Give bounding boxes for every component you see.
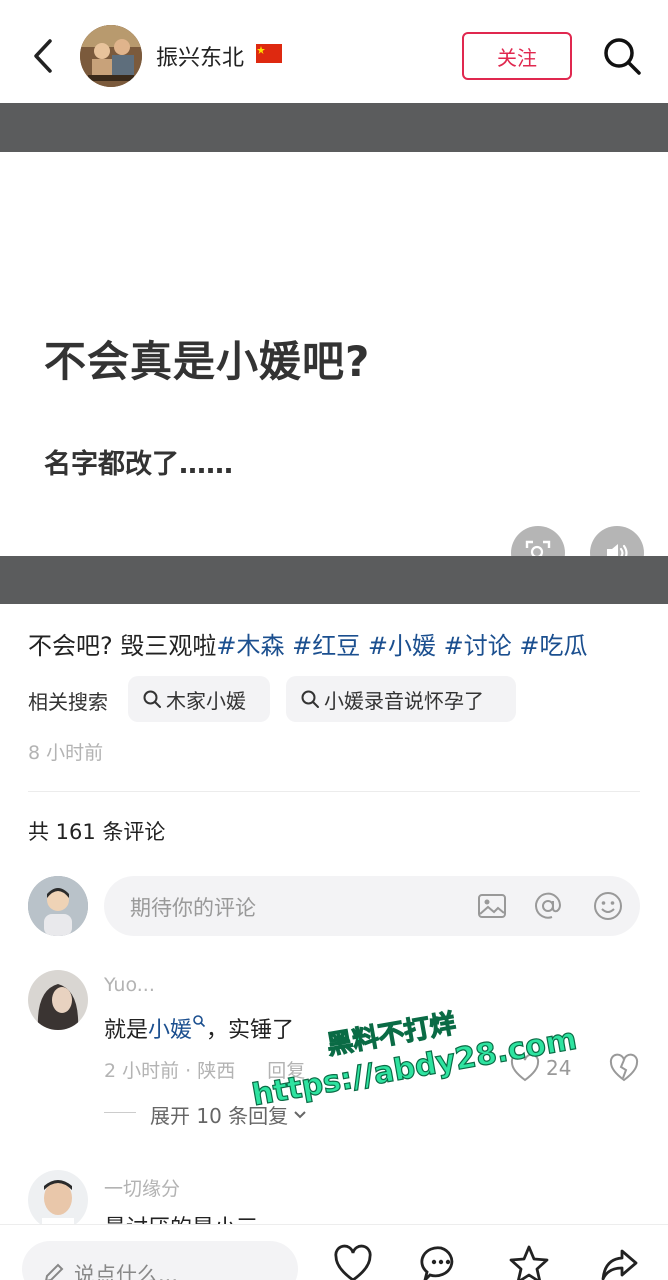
back-button[interactable] bbox=[26, 36, 60, 76]
heart-icon[interactable] bbox=[332, 1243, 374, 1280]
hashtag[interactable]: #木森 bbox=[216, 632, 284, 660]
search-icon bbox=[143, 690, 161, 708]
broken-heart-icon[interactable] bbox=[608, 1052, 640, 1084]
search-icon bbox=[301, 690, 319, 708]
post-image-subtitle: 名字都改了…… bbox=[44, 449, 233, 480]
comment-input-placeholder: 期待你的评论 bbox=[130, 896, 256, 920]
related-search-text: 小媛录音说怀孕了 bbox=[324, 688, 484, 713]
bottom-action-bar: 说点什么... bbox=[0, 1224, 668, 1280]
comment-keyword-link[interactable]: 小媛 bbox=[148, 1018, 192, 1043]
related-search-text: 木家小媛 bbox=[166, 688, 246, 713]
post-image[interactable]: 不会真是小媛吧? 名字都改了…… bbox=[0, 152, 668, 580]
comment-text-part: ，实锤了 bbox=[206, 1018, 295, 1043]
star-icon[interactable] bbox=[508, 1243, 550, 1280]
share-icon[interactable] bbox=[598, 1243, 640, 1280]
caption-text: 不会吧? 毁三观啦 bbox=[28, 632, 217, 660]
emoji-icon[interactable] bbox=[592, 890, 624, 922]
comment-bubble-icon[interactable] bbox=[420, 1243, 462, 1280]
related-search-chip[interactable]: 小媛录音说怀孕了 bbox=[286, 676, 516, 722]
china-flag-icon bbox=[256, 44, 282, 63]
at-mention-icon[interactable] bbox=[532, 890, 564, 922]
hashtag[interactable]: #红豆 bbox=[292, 632, 360, 660]
chevron-left-icon bbox=[34, 39, 52, 73]
hashtag[interactable]: #小媛 bbox=[368, 632, 436, 660]
related-search-label: 相关搜索 bbox=[28, 690, 108, 714]
quick-comment-placeholder: 说点什么... bbox=[74, 1263, 179, 1280]
search-button[interactable] bbox=[600, 34, 644, 78]
commenter-avatar[interactable] bbox=[28, 1170, 88, 1230]
post-caption: 不会吧? 毁三观啦#木森 #红豆 #小媛 #讨论 #吃瓜 bbox=[28, 626, 587, 661]
pencil-icon bbox=[45, 1263, 64, 1280]
comment-input[interactable]: 期待你的评论 bbox=[104, 876, 640, 936]
image-bottom-band bbox=[0, 556, 668, 604]
search-icon bbox=[604, 38, 641, 75]
post-image-title: 不会真是小媛吧? bbox=[44, 337, 371, 386]
comment-text: 最讨厌的是小三 bbox=[104, 1210, 258, 1224]
divider bbox=[28, 791, 640, 792]
author-name[interactable]: 振兴东北 bbox=[156, 40, 244, 72]
comment-text-part: 就是 bbox=[104, 1018, 149, 1043]
my-avatar bbox=[28, 876, 88, 936]
hashtag[interactable]: #吃瓜 bbox=[519, 632, 587, 660]
commenter-avatar[interactable] bbox=[28, 970, 88, 1030]
hashtag[interactable]: #讨论 bbox=[444, 632, 512, 660]
chevron-down-icon bbox=[294, 1110, 306, 1118]
post-time: 8 小时前 bbox=[28, 742, 104, 764]
search-icon bbox=[193, 1015, 206, 1028]
comment-text: 就是小媛 ，实锤了 bbox=[104, 1012, 294, 1044]
related-search-chip[interactable]: 木家小媛 bbox=[128, 676, 270, 722]
author-avatar[interactable] bbox=[80, 25, 142, 87]
image-top-band bbox=[0, 103, 668, 152]
comment-author[interactable]: Yuo... bbox=[104, 974, 155, 996]
follow-button[interactable]: 关注 bbox=[462, 32, 572, 80]
top-header: 振兴东北 关注 bbox=[0, 0, 668, 103]
comment-time-location: 2 小时前 · 陕西 bbox=[104, 1060, 236, 1082]
quick-comment-input[interactable]: 说点什么... bbox=[22, 1241, 298, 1280]
divider-line bbox=[104, 1112, 136, 1113]
comment-author[interactable]: 一切缘分 bbox=[104, 1174, 180, 1201]
image-icon[interactable] bbox=[476, 890, 508, 922]
comment-count: 共 161 条评论 bbox=[28, 820, 166, 844]
